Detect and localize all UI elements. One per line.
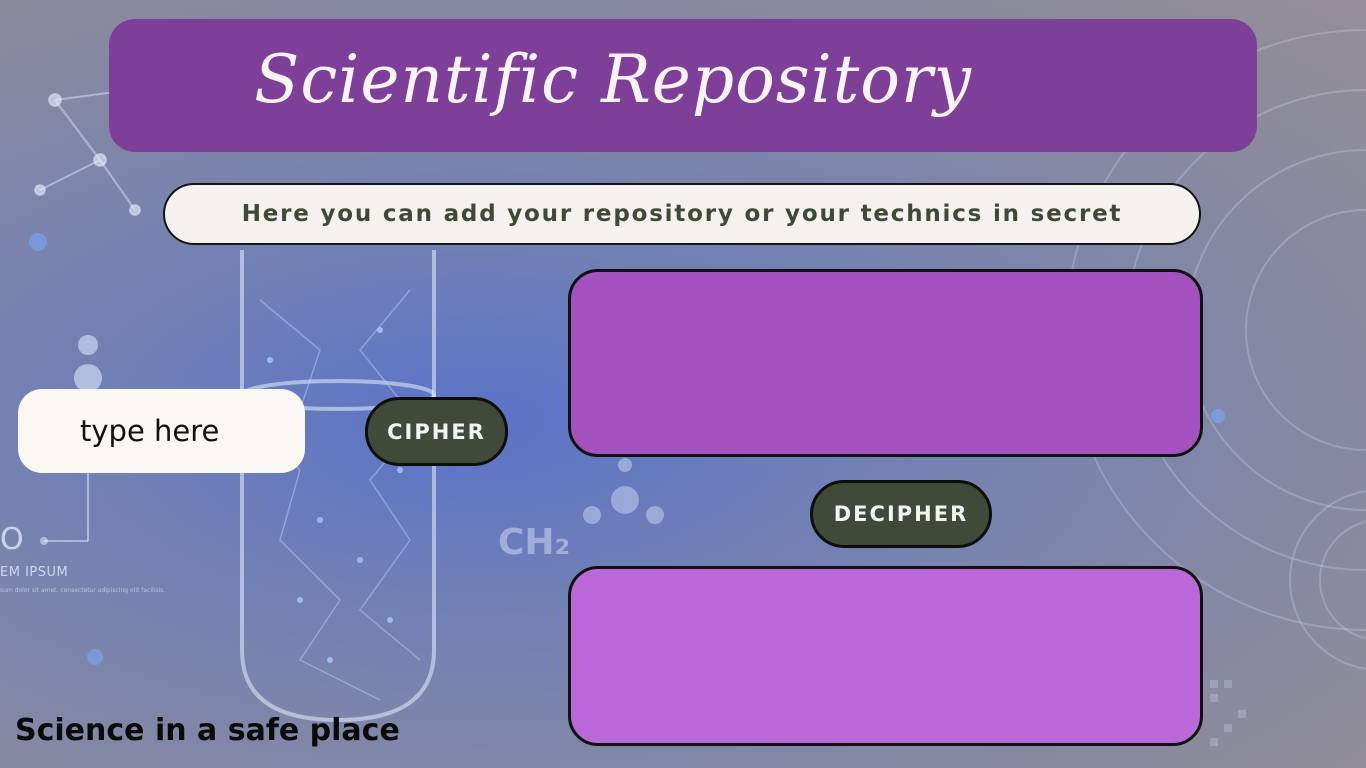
- background-chem-label: CH₂: [498, 522, 571, 563]
- title-banner: Scientific Repository: [109, 19, 1257, 152]
- footer-tagline: Science in a safe place: [15, 713, 400, 748]
- decipher-output-panel: [568, 566, 1203, 746]
- cipher-output-text: [571, 272, 1200, 316]
- page-title: Scientific Repository: [254, 41, 972, 118]
- background-lorem-small: sum dolor sit amet, consectetur adipisci…: [0, 587, 166, 594]
- decipher-button-label: DECIPHER: [833, 502, 969, 526]
- decipher-output-text: [571, 569, 1200, 613]
- subtitle-text: Here you can add your repository or your…: [241, 201, 1123, 227]
- cipher-button-label: CIPHER: [387, 419, 486, 444]
- subtitle-pill: Here you can add your repository or your…: [163, 183, 1201, 245]
- cipher-output-panel: [568, 269, 1203, 457]
- cipher-button[interactable]: CIPHER: [365, 397, 508, 466]
- text-input-container[interactable]: [18, 389, 305, 473]
- decipher-button[interactable]: DECIPHER: [810, 480, 992, 548]
- background-lorem-label: EM IPSUM: [0, 565, 69, 580]
- text-input[interactable]: [78, 413, 292, 449]
- background-ring-label: O: [0, 522, 24, 557]
